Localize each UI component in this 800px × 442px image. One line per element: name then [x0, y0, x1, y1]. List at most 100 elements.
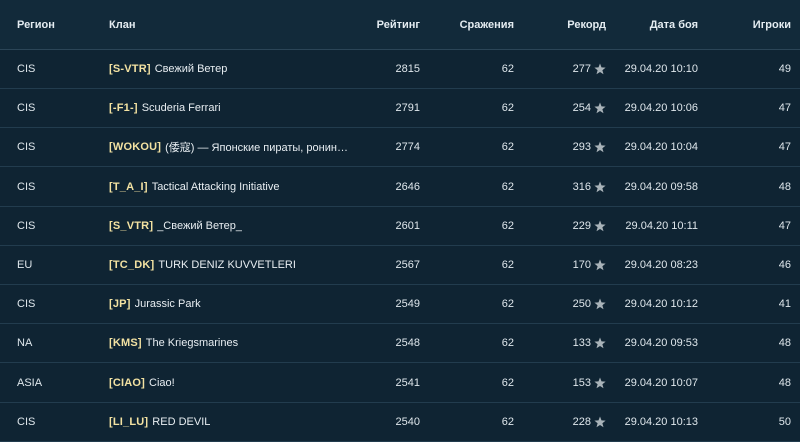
date-cell: 29.04.20 09:58 — [624, 180, 698, 193]
star-icon — [594, 298, 606, 310]
clan-name: Tactical Attacking Initiative — [151, 180, 280, 193]
date-cell: 29.04.20 10:04 — [624, 141, 698, 154]
record-value: 153 — [572, 376, 591, 389]
clan-name: Свежий Ветер — [154, 63, 228, 75]
header-players[interactable]: Игроки — [711, 0, 791, 49]
battles-cell: 62 — [501, 219, 514, 232]
header-date[interactable]: Дата боя — [606, 0, 698, 49]
record-cell: 228 — [526, 403, 606, 441]
rating-cell: 2601 — [395, 219, 420, 232]
players-cell: 50 — [778, 415, 791, 428]
clan-tag: [JP] — [109, 298, 131, 311]
clan-cell[interactable]: [T_A_I] Tactical Attacking Initiative — [109, 168, 349, 206]
header-record[interactable]: Рекорд — [526, 0, 606, 49]
clan-cell[interactable]: [CIAO] Ciao! — [109, 364, 349, 402]
table-row[interactable]: CIS [LI_LU] RED DEVIL 2540 62 228 29.04.20 10:… — [0, 402, 800, 442]
clan-name: Ciao! — [149, 376, 175, 389]
clan-name: (倭寇) — Японские пираты, ронины и конт… — [165, 142, 349, 155]
date-cell: 29.04.20 09:53 — [624, 337, 698, 350]
clan-name: Scuderia Ferrari — [141, 102, 221, 115]
region-cell: EU — [17, 259, 33, 271]
table-header: Регион Клан Рейтинг Сражения Рекорд Дата… — [0, 0, 800, 50]
record-value: 228 — [572, 415, 591, 428]
record-value: 133 — [572, 337, 591, 350]
table-row[interactable]: CIS [-F1-] Scuderia Ferrari 2791 62 254 29.04.… — [0, 89, 800, 129]
date-cell: 29.04.20 10:11 — [625, 219, 698, 232]
players-cell: 48 — [778, 180, 791, 193]
rating-cell: 2646 — [395, 180, 420, 193]
clan-tag: [S-VTR] — [109, 63, 151, 75]
rating-cell: 2567 — [395, 259, 420, 271]
clan-ratings-table: Регион Клан Рейтинг Сражения Рекорд Дата… — [0, 0, 800, 442]
battles-cell: 62 — [501, 141, 514, 154]
clan-tag: [T_A_I] — [109, 180, 148, 193]
clan-tag: [CIAO] — [109, 376, 146, 389]
players-cell: 47 — [778, 219, 791, 232]
clan-name: TURK DENIZ KUVVETLERI — [158, 259, 296, 271]
region-cell: CIS — [17, 219, 36, 232]
date-cell: 29.04.20 10:07 — [624, 376, 698, 389]
record-cell: 133 — [526, 324, 606, 362]
header-clan[interactable]: Клан — [109, 0, 349, 49]
record-value: 170 — [572, 259, 591, 271]
rating-cell: 2774 — [395, 141, 420, 154]
star-icon — [594, 102, 606, 114]
clan-cell[interactable]: [JP] Jurassic Park — [109, 285, 349, 323]
clan-name: RED DEVIL — [152, 415, 211, 428]
table-row[interactable]: EU [TC_DK] TURK DENIZ KUVVETLERI 2567 62 170 2… — [0, 246, 800, 285]
header-battles[interactable]: Сражения — [434, 0, 514, 49]
record-cell: 250 — [526, 285, 606, 323]
date-cell: 29.04.20 10:06 — [624, 102, 698, 115]
region-cell: CIS — [17, 102, 36, 115]
region-cell: CIS — [17, 141, 36, 154]
region-cell: CIS — [17, 298, 36, 311]
header-rating[interactable]: Рейтинг — [340, 0, 420, 49]
battles-cell: 62 — [501, 415, 514, 428]
battles-cell: 62 — [501, 102, 514, 115]
star-icon — [594, 377, 606, 389]
table-row[interactable]: ASIA [CIAO] Ciao! 2541 62 153 29.04.20 10:07 48 — [0, 363, 800, 403]
region-cell: CIS — [17, 415, 36, 428]
star-icon — [594, 220, 606, 232]
table-row[interactable]: CIS [T_A_I] Tactical Attacking Initiative 2… — [0, 167, 800, 207]
date-cell: 29.04.20 10:10 — [624, 63, 698, 75]
rating-cell: 2540 — [395, 415, 420, 428]
rating-cell: 2815 — [395, 63, 420, 75]
record-cell: 277 — [526, 50, 606, 88]
players-cell: 49 — [778, 63, 791, 75]
table-row[interactable]: CIS [S-VTR] Свежий Ветер 2815 62 277 29.04.20 … — [0, 50, 800, 89]
clan-name: The Kriegsmarines — [145, 337, 239, 350]
table-row[interactable]: CIS [S_VTR] _Свежий Ветер_ 2601 62 229 29.04.2… — [0, 206, 800, 246]
clan-name: _Свежий Ветер_ — [157, 219, 243, 232]
header-region[interactable]: Регион — [17, 0, 97, 49]
clan-tag: [TC_DK] — [109, 259, 155, 271]
region-cell: CIS — [17, 180, 36, 193]
clan-cell[interactable]: [LI_LU] RED DEVIL — [109, 403, 349, 441]
rating-cell: 2549 — [395, 298, 420, 311]
players-cell: 47 — [778, 102, 791, 115]
clan-cell[interactable]: [WOKOU](倭寇) — Японские пираты, ронины и … — [109, 128, 349, 166]
rating-cell: 2548 — [395, 337, 420, 350]
rating-cell: 2541 — [395, 376, 420, 389]
record-value: 277 — [572, 63, 591, 75]
date-cell: 29.04.20 10:12 — [624, 298, 698, 311]
battles-cell: 62 — [501, 63, 514, 75]
players-cell: 48 — [778, 376, 791, 389]
clan-cell[interactable]: [S_VTR] _Свежий Ветер_ — [109, 207, 349, 245]
clan-cell[interactable]: [-F1-] Scuderia Ferrari — [109, 89, 349, 127]
clan-cell[interactable]: [S-VTR] Свежий Ветер — [109, 50, 349, 88]
star-icon — [594, 141, 606, 153]
players-cell: 41 — [778, 298, 791, 311]
date-cell: 29.04.20 10:13 — [624, 415, 698, 428]
star-icon — [594, 416, 606, 428]
clan-cell[interactable]: [TC_DK] TURK DENIZ KUVVETLERI — [109, 246, 349, 284]
table-row[interactable]: NA [KMS] The Kriegsmarines 2548 62 133 29.04.2… — [0, 324, 800, 364]
record-cell: 293 — [526, 128, 606, 166]
record-value: 316 — [572, 180, 591, 193]
table-row[interactable]: CIS [WOKOU] (倭寇) — Японские пираты, ронины… — [0, 128, 800, 168]
table-row[interactable]: CIS [JP] Jurassic Park 2549 62 250 29.04.20 10… — [0, 285, 800, 325]
clan-cell[interactable]: [KMS] The Kriegsmarines — [109, 324, 349, 362]
star-icon — [594, 181, 606, 193]
clan-tag: [WOKOU] — [109, 141, 162, 154]
players-cell: 46 — [778, 259, 791, 271]
